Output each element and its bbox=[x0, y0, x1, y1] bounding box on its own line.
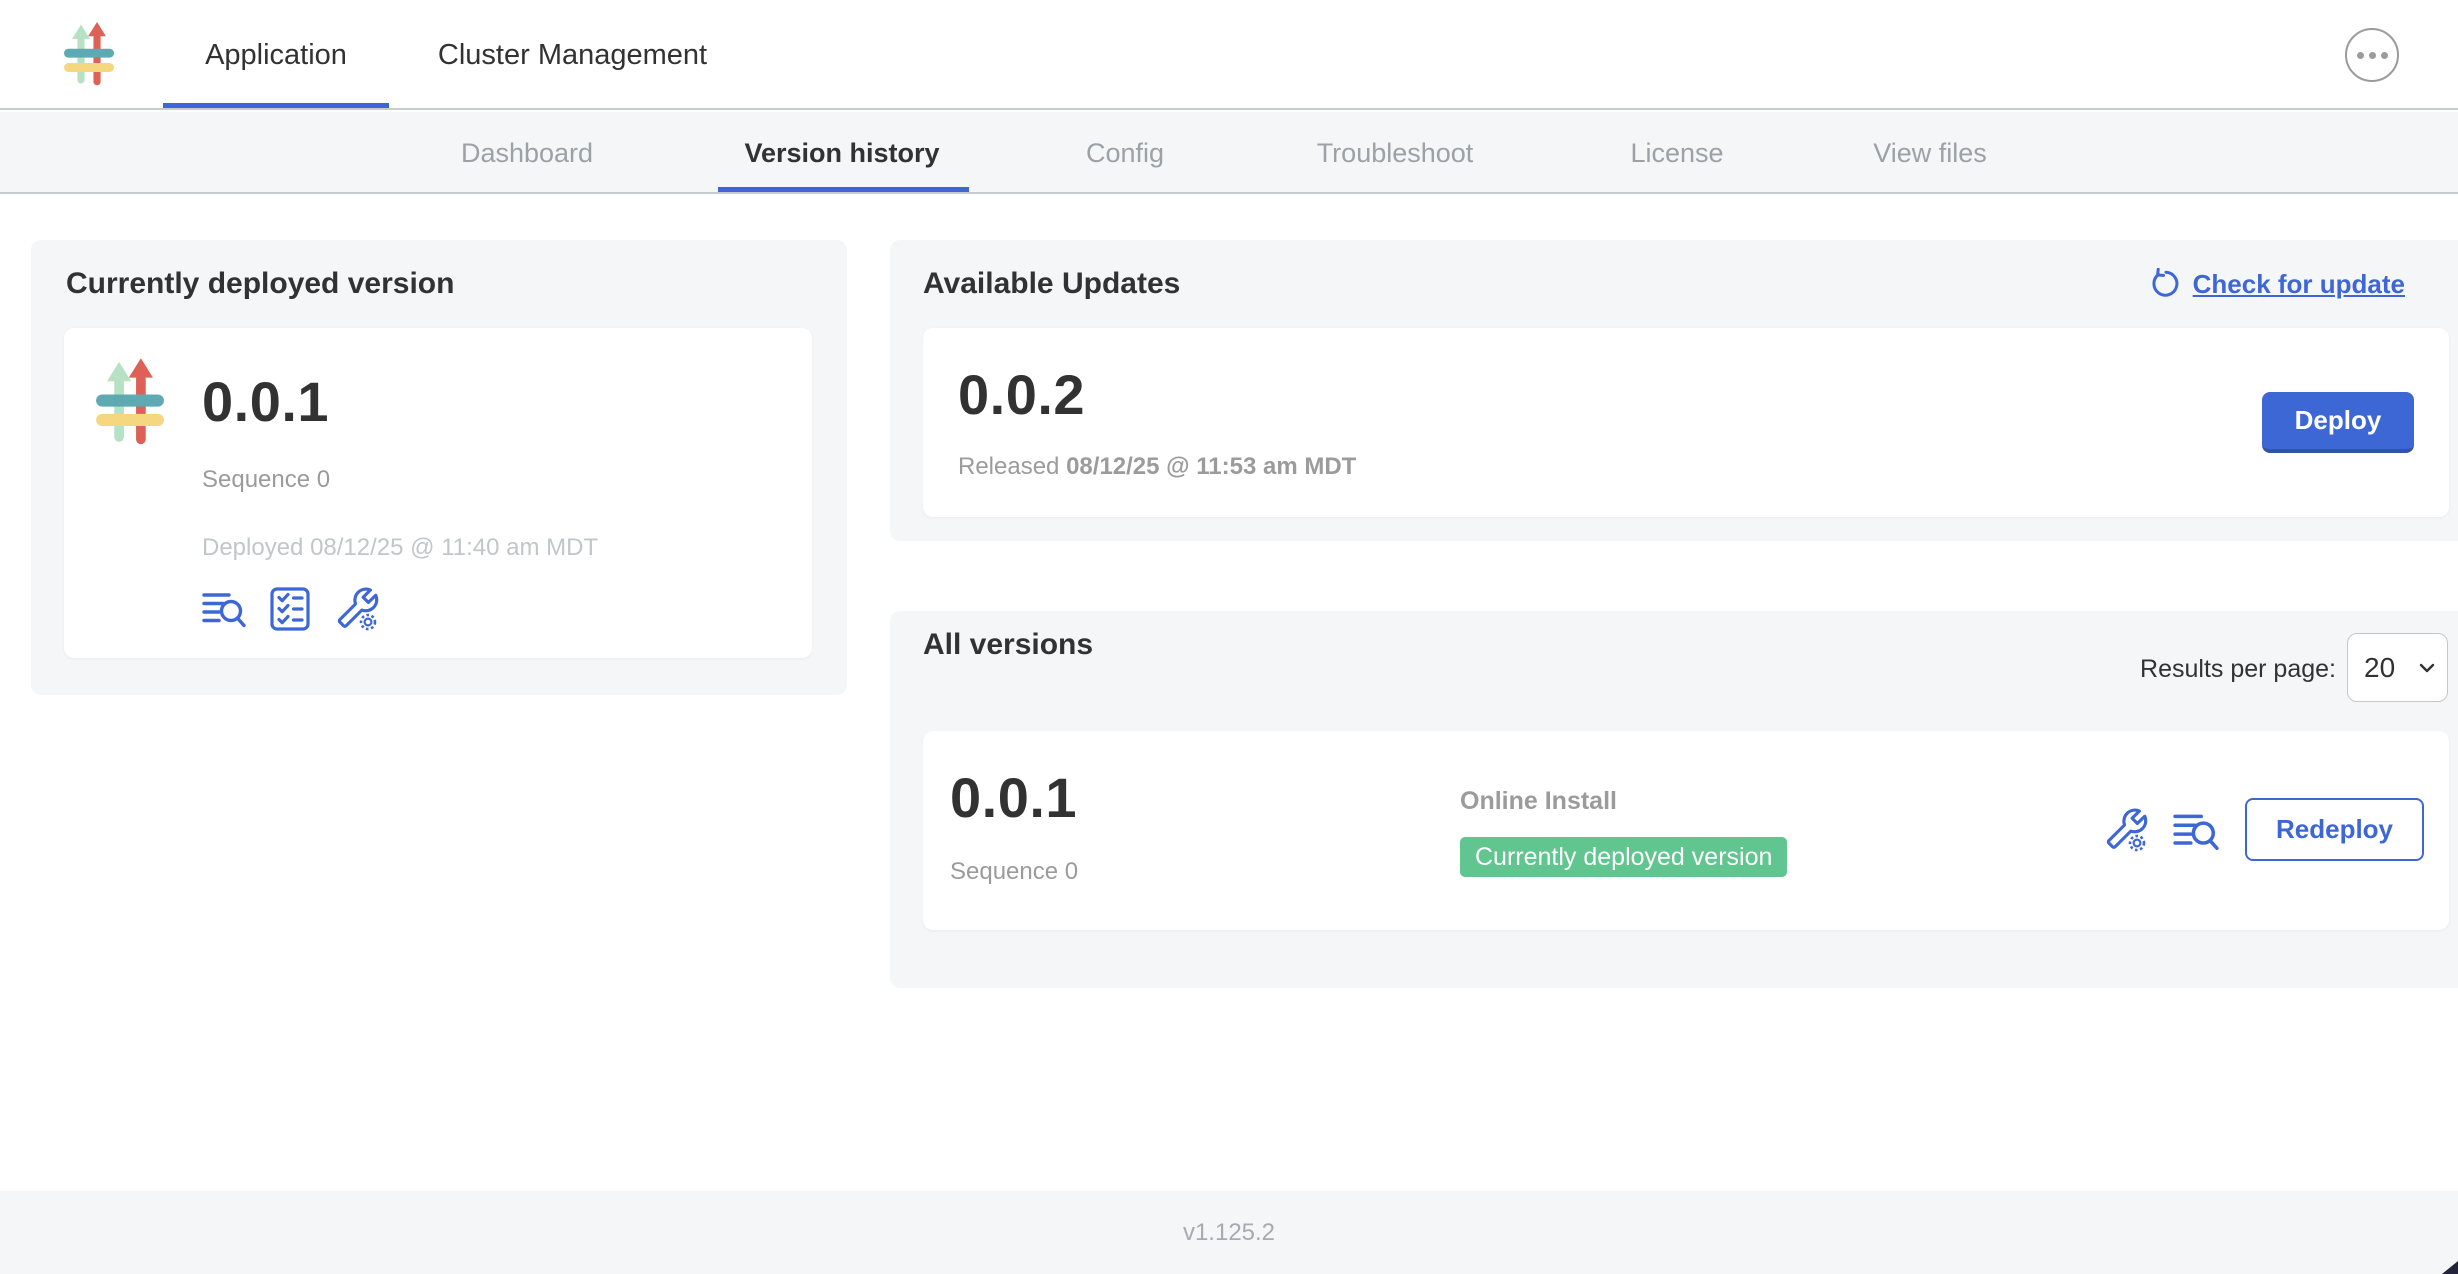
deployed-action-icons bbox=[202, 586, 380, 632]
deployed-sequence: Sequence 0 bbox=[202, 466, 330, 494]
tab-cluster-management[interactable]: Cluster Management bbox=[425, 0, 720, 110]
available-updates-card: Available Updates Check for update 0.0.2… bbox=[890, 240, 2458, 541]
currently-deployed-badge: Currently deployed version bbox=[1460, 837, 1787, 877]
row-sequence: Sequence 0 bbox=[950, 858, 1078, 886]
app-logo bbox=[91, 357, 169, 449]
all-versions-card: All versions Results per page: 20 0.0.1 … bbox=[890, 611, 2458, 988]
active-subnav-underline bbox=[718, 187, 969, 192]
kots-version: v1.125.2 bbox=[1183, 1219, 1275, 1246]
footer: v1.125.2 bbox=[0, 1191, 2458, 1274]
update-released-timestamp: Released 08/12/25 @ 11:53 am MDT bbox=[958, 453, 1356, 481]
all-versions-title: All versions bbox=[923, 627, 1093, 663]
tab-application[interactable]: Application bbox=[163, 0, 389, 110]
app-subnav: Dashboard Version history Config Trouble… bbox=[0, 112, 2458, 194]
subnav-license[interactable]: License bbox=[1630, 112, 1723, 194]
version-row: 0.0.1 Sequence 0 Online Install Currentl… bbox=[923, 731, 2449, 930]
row-install-type: Online Install bbox=[1460, 787, 1617, 816]
logs-icon[interactable] bbox=[202, 589, 246, 629]
check-for-update-label: Check for update bbox=[2193, 269, 2405, 300]
currently-deployed-card: Currently deployed version 0.0.1 Sequenc… bbox=[31, 240, 847, 695]
top-navbar: Application Cluster Management bbox=[0, 0, 2458, 110]
logs-icon[interactable] bbox=[2173, 810, 2219, 852]
available-updates-title: Available Updates bbox=[923, 266, 1180, 302]
config-icon[interactable] bbox=[334, 586, 380, 632]
tab-application-label: Application bbox=[205, 39, 347, 71]
config-icon[interactable] bbox=[2103, 807, 2149, 853]
active-tab-underline bbox=[163, 103, 389, 108]
check-for-update-link[interactable]: Check for update bbox=[2149, 268, 2405, 300]
app-logo bbox=[64, 21, 114, 89]
update-version-panel: 0.0.2 Released 08/12/25 @ 11:53 am MDT D… bbox=[923, 328, 2449, 517]
deployed-version-number: 0.0.1 bbox=[202, 372, 329, 432]
released-date: 08/12/25 @ 11:53 am MDT bbox=[1066, 453, 1356, 480]
results-per-page-select[interactable]: 20 bbox=[2347, 633, 2448, 702]
refresh-icon bbox=[2149, 268, 2181, 300]
results-per-page-label: Results per page: bbox=[2140, 655, 2336, 684]
subnav-dashboard[interactable]: Dashboard bbox=[461, 112, 593, 194]
subnav-config[interactable]: Config bbox=[1086, 112, 1164, 194]
subnav-troubleshoot[interactable]: Troubleshoot bbox=[1317, 112, 1474, 194]
deploy-button[interactable]: Deploy bbox=[2262, 392, 2414, 453]
tab-cluster-management-label: Cluster Management bbox=[438, 39, 707, 71]
released-label: Released bbox=[958, 453, 1066, 480]
deployed-timestamp: Deployed 08/12/25 @ 11:40 am MDT bbox=[202, 534, 598, 562]
subnav-version-history[interactable]: Version history bbox=[744, 112, 939, 194]
subnav-view-files[interactable]: View files bbox=[1873, 112, 1987, 194]
preflight-icon[interactable] bbox=[270, 587, 310, 631]
update-version-number: 0.0.2 bbox=[958, 365, 1085, 425]
currently-deployed-title: Currently deployed version bbox=[66, 266, 454, 302]
ellipsis-menu-icon[interactable] bbox=[2345, 28, 2399, 82]
row-version-number: 0.0.1 bbox=[950, 768, 1077, 828]
redeploy-button[interactable]: Redeploy bbox=[2245, 798, 2424, 861]
results-per-page-select-wrap: 20 bbox=[2347, 633, 2448, 702]
deployed-version-panel: 0.0.1 Sequence 0 Deployed 08/12/25 @ 11:… bbox=[64, 328, 812, 658]
